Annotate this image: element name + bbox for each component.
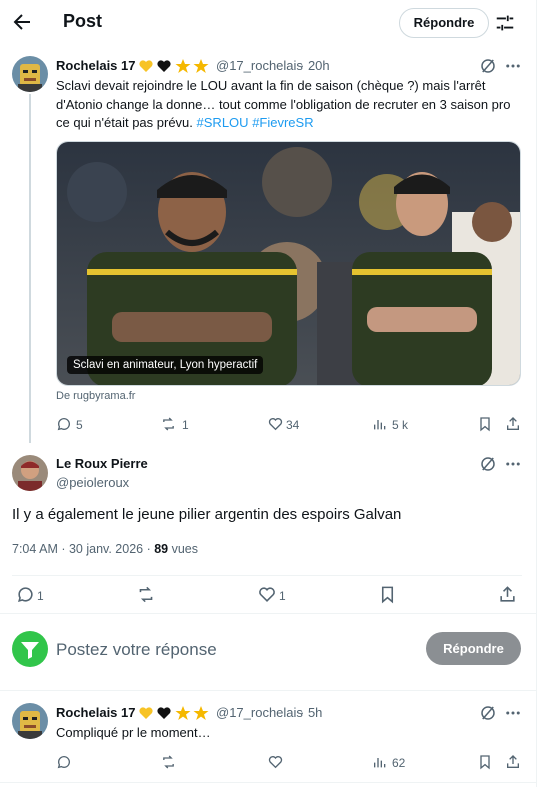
like-icon[interactable] — [267, 754, 284, 770]
divider — [0, 690, 537, 691]
views-count: 62 — [392, 756, 406, 770]
reply-count: 5 — [76, 418, 83, 432]
post-page: Post Répondre Rochelais 17 @17_rochelais… — [0, 0, 537, 787]
author-name[interactable]: Le Roux Pierre — [56, 456, 148, 471]
link-card-image[interactable]: Sclavi en animateur, Lyon hyperactif — [56, 141, 521, 386]
post-timestamp: 7:04 AM · 30 janv. 2026 · 89 vues — [12, 542, 198, 556]
page-title: Post — [63, 11, 103, 31]
reply-icon[interactable] — [16, 585, 35, 604]
page-header: Post Répondre — [0, 0, 537, 44]
share-icon[interactable] — [505, 416, 521, 432]
repost-icon[interactable] — [160, 416, 177, 432]
like-icon[interactable] — [267, 416, 284, 432]
reply-button-header[interactable]: Répondre — [399, 8, 489, 38]
grok-icon[interactable] — [479, 704, 497, 722]
emoji-hearts-stars-icon — [139, 706, 209, 720]
back-arrow-icon[interactable] — [10, 10, 34, 34]
author-handle[interactable]: @peioleroux — [56, 475, 129, 490]
views-count: 5 k — [392, 418, 409, 432]
post-text: Sclavi devait rejoindre le LOU avant la … — [56, 77, 526, 133]
link-source[interactable]: De rugbyrama.fr — [56, 390, 135, 402]
avatar[interactable] — [12, 455, 48, 491]
grok-icon[interactable] — [479, 455, 497, 473]
post-text: Il y a également le jeune pilier argenti… — [12, 506, 402, 523]
views-icon[interactable] — [372, 754, 388, 770]
reply-button[interactable]: Répondre — [426, 632, 521, 665]
divider — [0, 613, 537, 614]
timestamp-text[interactable]: 7:04 AM · 30 janv. 2026 · — [12, 542, 154, 556]
reply-count: 1 — [37, 589, 44, 603]
avatar[interactable] — [12, 56, 48, 92]
bookmark-icon[interactable] — [378, 585, 397, 604]
views-number: 89 — [154, 542, 169, 556]
post-time[interactable]: · 5h — [300, 705, 322, 720]
repost-count: 1 — [182, 418, 189, 432]
media-caption: Sclavi en animateur, Lyon hyperactif — [67, 356, 264, 374]
reply-icon[interactable] — [56, 754, 72, 770]
reply-icon[interactable] — [56, 416, 72, 432]
post-time[interactable]: · 20h — [300, 58, 330, 73]
settings-sliders-icon[interactable] — [494, 12, 516, 34]
bookmark-icon[interactable] — [477, 416, 493, 432]
composer-avatar-icon — [12, 631, 48, 667]
more-icon[interactable] — [504, 455, 522, 473]
views-label: vues — [168, 542, 199, 556]
rugby-players-photo — [57, 142, 520, 385]
repost-icon[interactable] — [160, 754, 177, 770]
like-count: 1 — [279, 589, 286, 603]
avatar[interactable] — [12, 703, 48, 739]
repost-icon[interactable] — [136, 585, 156, 604]
hashtag-link[interactable]: #FievreSR — [252, 115, 313, 130]
divider — [0, 782, 537, 783]
post-text: Compliqué pr le moment… — [56, 725, 211, 740]
bookmark-icon[interactable] — [477, 754, 493, 770]
hashtag-link[interactable]: #SRLOU — [197, 115, 249, 130]
share-icon[interactable] — [505, 754, 521, 770]
reply-input[interactable]: Postez votre réponse — [56, 640, 217, 660]
divider — [12, 575, 522, 576]
author-handle[interactable]: @17_rochelais — [216, 705, 303, 720]
like-icon[interactable] — [257, 585, 277, 604]
author-name[interactable]: Rochelais 17 — [56, 58, 136, 73]
author-handle[interactable]: @17_rochelais — [216, 58, 303, 73]
more-icon[interactable] — [504, 57, 522, 75]
like-count: 34 — [286, 418, 300, 432]
more-icon[interactable] — [504, 704, 522, 722]
emoji-hearts-stars-icon — [139, 59, 209, 73]
author-name[interactable]: Rochelais 17 — [56, 705, 136, 720]
grok-icon[interactable] — [479, 57, 497, 75]
thread-line — [29, 94, 31, 443]
views-icon[interactable] — [372, 416, 388, 432]
share-icon[interactable] — [498, 585, 517, 604]
